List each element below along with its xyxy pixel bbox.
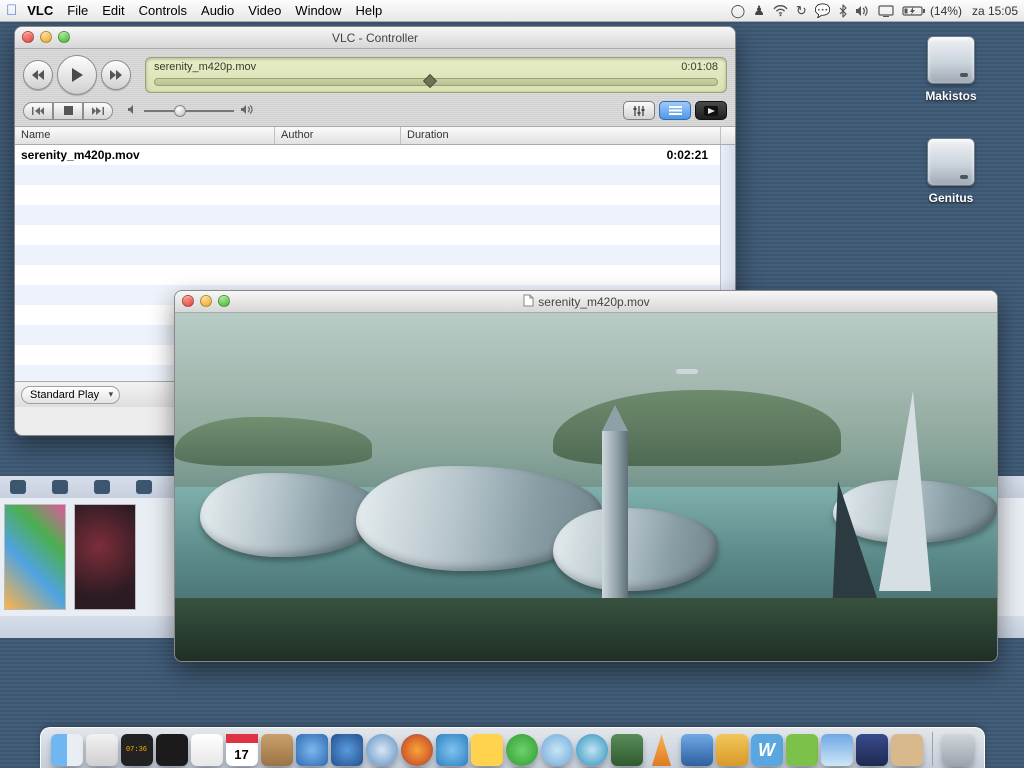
vlc-video-window: serenity_m420p.mov bbox=[174, 290, 998, 662]
playlist-item-duration: 0:02:21 bbox=[401, 148, 714, 162]
dock-app-icon[interactable] bbox=[786, 734, 818, 766]
dock-ical-icon[interactable]: 17 bbox=[226, 734, 258, 766]
menubar:  VLC File Edit Controls Audio Video Win… bbox=[0, 0, 1024, 22]
controller-titlebar[interactable]: VLC - Controller bbox=[15, 27, 735, 49]
rewind-button[interactable] bbox=[23, 60, 53, 90]
video-canvas[interactable] bbox=[175, 313, 997, 661]
column-name[interactable]: Name bbox=[15, 127, 275, 144]
next-button[interactable] bbox=[83, 102, 113, 120]
close-button[interactable] bbox=[182, 295, 194, 307]
stop-button[interactable] bbox=[53, 102, 83, 120]
dock-trash-icon[interactable] bbox=[942, 734, 974, 766]
dock-word-icon[interactable]: W bbox=[751, 734, 783, 766]
window-title: VLC - Controller bbox=[332, 31, 418, 45]
dock-separator bbox=[932, 732, 933, 766]
dock-app2-icon[interactable] bbox=[821, 734, 853, 766]
dock-app3-icon[interactable] bbox=[891, 734, 923, 766]
volume-status-icon[interactable] bbox=[855, 5, 870, 17]
lcd-display: serenity_m420p.mov 0:01:08 bbox=[145, 57, 727, 93]
dock-dashboard-icon[interactable]: 07:36 bbox=[121, 734, 153, 766]
battery-status-icon[interactable] bbox=[902, 5, 926, 17]
column-duration[interactable]: Duration bbox=[401, 127, 720, 144]
elapsed-time: 0:01:08 bbox=[681, 61, 718, 73]
dock-utilities-icon[interactable] bbox=[716, 734, 748, 766]
play-mode-select[interactable]: Standard Play bbox=[21, 386, 120, 404]
battery-percent[interactable]: (14%) bbox=[930, 4, 962, 18]
active-app-name[interactable]: VLC bbox=[27, 3, 53, 18]
playlist-item-name: serenity_m420p.mov bbox=[21, 148, 275, 162]
hard-drive-icon bbox=[927, 36, 975, 84]
volume-slider[interactable] bbox=[144, 110, 234, 112]
seek-slider[interactable] bbox=[154, 78, 718, 86]
display-status-icon[interactable] bbox=[878, 5, 894, 17]
desktop-drive[interactable]: Genitus bbox=[906, 138, 996, 206]
close-button[interactable] bbox=[22, 31, 34, 43]
dock-xcode-icon[interactable] bbox=[681, 734, 713, 766]
film-thumb bbox=[4, 504, 66, 610]
equalizer-button[interactable] bbox=[623, 101, 655, 120]
volume-min-icon bbox=[127, 104, 138, 118]
column-author[interactable]: Author bbox=[275, 127, 401, 144]
play-button[interactable] bbox=[57, 55, 97, 95]
bluetooth-status-icon[interactable] bbox=[839, 4, 847, 18]
menu-audio[interactable]: Audio bbox=[201, 3, 234, 18]
dock-preview-icon[interactable] bbox=[611, 734, 643, 766]
scripts-status-icon[interactable]: ♟ bbox=[753, 3, 765, 19]
drive-label: Makistos bbox=[921, 88, 980, 104]
dock: 07:36 17 W bbox=[0, 708, 1024, 768]
hard-drive-icon bbox=[927, 138, 975, 186]
now-playing-title: serenity_m420p.mov bbox=[154, 61, 256, 73]
dock-terminal-icon[interactable] bbox=[156, 734, 188, 766]
sync-status-icon[interactable]: ↻ bbox=[796, 3, 807, 19]
video-titlebar[interactable]: serenity_m420p.mov bbox=[175, 291, 997, 313]
dock-finder-icon[interactable] bbox=[51, 734, 83, 766]
playlist-button[interactable] bbox=[659, 101, 691, 120]
video-window-title: serenity_m420p.mov bbox=[538, 295, 649, 309]
dock-addressbook-icon[interactable] bbox=[261, 734, 293, 766]
dock-safari-icon[interactable] bbox=[366, 734, 398, 766]
minimize-button[interactable] bbox=[200, 295, 212, 307]
zoom-button[interactable] bbox=[58, 31, 70, 43]
dock-aim-icon[interactable] bbox=[471, 734, 503, 766]
menu-video[interactable]: Video bbox=[248, 3, 281, 18]
menu-edit[interactable]: Edit bbox=[102, 3, 124, 18]
scroll-gutter-header bbox=[720, 127, 735, 144]
fullscreen-button[interactable] bbox=[695, 101, 727, 120]
dock-ichat-icon[interactable] bbox=[436, 734, 468, 766]
menu-file[interactable]: File bbox=[67, 3, 88, 18]
menu-help[interactable]: Help bbox=[356, 3, 383, 18]
dock-mail-icon[interactable] bbox=[296, 734, 328, 766]
minimize-button[interactable] bbox=[40, 31, 52, 43]
dock-firefox-icon[interactable] bbox=[401, 734, 433, 766]
document-icon bbox=[522, 294, 534, 310]
dock-skype-icon[interactable] bbox=[506, 734, 538, 766]
clock-status-icon[interactable]: ◯ bbox=[731, 3, 746, 19]
wifi-status-icon[interactable] bbox=[773, 5, 788, 17]
dock-system-icon[interactable] bbox=[86, 734, 118, 766]
desktop-drive[interactable]: Makistos bbox=[906, 36, 996, 104]
playlist-header: Name Author Duration bbox=[15, 127, 735, 145]
volume-max-icon bbox=[240, 104, 254, 118]
drive-label: Genitus bbox=[925, 190, 978, 206]
dock-vlc-icon[interactable] bbox=[646, 734, 678, 766]
playlist-row[interactable]: serenity_m420p.mov 0:02:21 bbox=[15, 145, 720, 165]
menu-window[interactable]: Window bbox=[295, 3, 341, 18]
dock-textedit-icon[interactable] bbox=[191, 734, 223, 766]
play-mode-label: Standard Play bbox=[30, 389, 99, 401]
dock-itunes-icon[interactable] bbox=[541, 734, 573, 766]
chat-status-icon[interactable]: 💬 bbox=[815, 3, 831, 19]
apple-menu-icon[interactable]:  bbox=[6, 2, 17, 19]
volume-knob[interactable] bbox=[174, 105, 186, 117]
dock-thunderbird-icon[interactable] bbox=[331, 734, 363, 766]
zoom-button[interactable] bbox=[218, 295, 230, 307]
menubar-clock[interactable]: za 15:05 bbox=[972, 4, 1018, 18]
forward-button[interactable] bbox=[101, 60, 131, 90]
menu-controls[interactable]: Controls bbox=[139, 3, 187, 18]
dock-keyboard-icon[interactable] bbox=[856, 734, 888, 766]
dock-quicktime-icon[interactable] bbox=[576, 734, 608, 766]
prev-button[interactable] bbox=[23, 102, 53, 120]
seek-thumb[interactable] bbox=[423, 74, 437, 88]
film-thumb bbox=[74, 504, 136, 610]
